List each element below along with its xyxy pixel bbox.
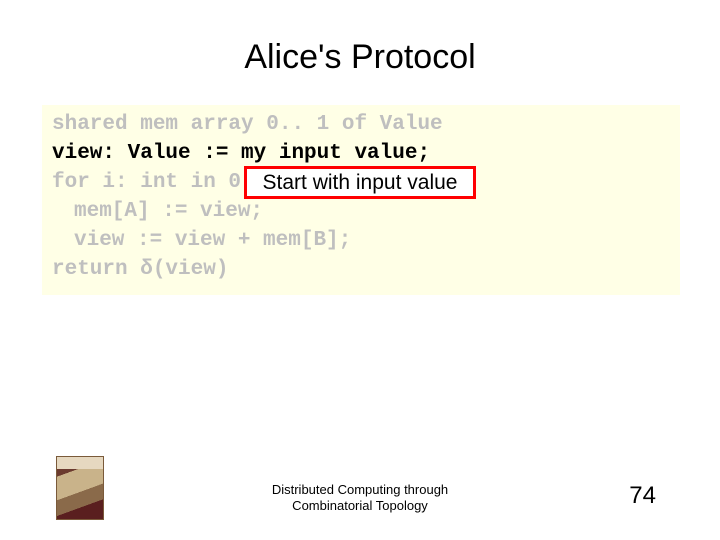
page-number: 74 bbox=[629, 482, 656, 510]
thumbnail-header-strip bbox=[57, 457, 103, 469]
book-thumbnail bbox=[56, 456, 104, 520]
footer-caption: Distributed Computing through Combinator… bbox=[272, 482, 448, 515]
code-line-6: return δ(view) bbox=[52, 256, 670, 285]
slide-title: Alice's Protocol bbox=[0, 0, 720, 77]
footer-line-2: Combinatorial Topology bbox=[272, 498, 448, 514]
code-line-1: shared mem array 0.. 1 of Value bbox=[52, 111, 670, 140]
code-block: shared mem array 0.. 1 of Value view: Va… bbox=[42, 105, 680, 295]
code-line-5: view := view + mem[B]; bbox=[52, 227, 670, 256]
callout-box: Start with input value bbox=[244, 166, 476, 199]
code-line-2: view: Value := my input value; bbox=[52, 140, 670, 169]
code-line-3a: for i: int bbox=[52, 171, 191, 194]
footer-line-1: Distributed Computing through bbox=[272, 482, 448, 498]
callout-text: Start with input value bbox=[263, 172, 458, 193]
code-line-4: mem[A] := view; bbox=[52, 198, 670, 227]
